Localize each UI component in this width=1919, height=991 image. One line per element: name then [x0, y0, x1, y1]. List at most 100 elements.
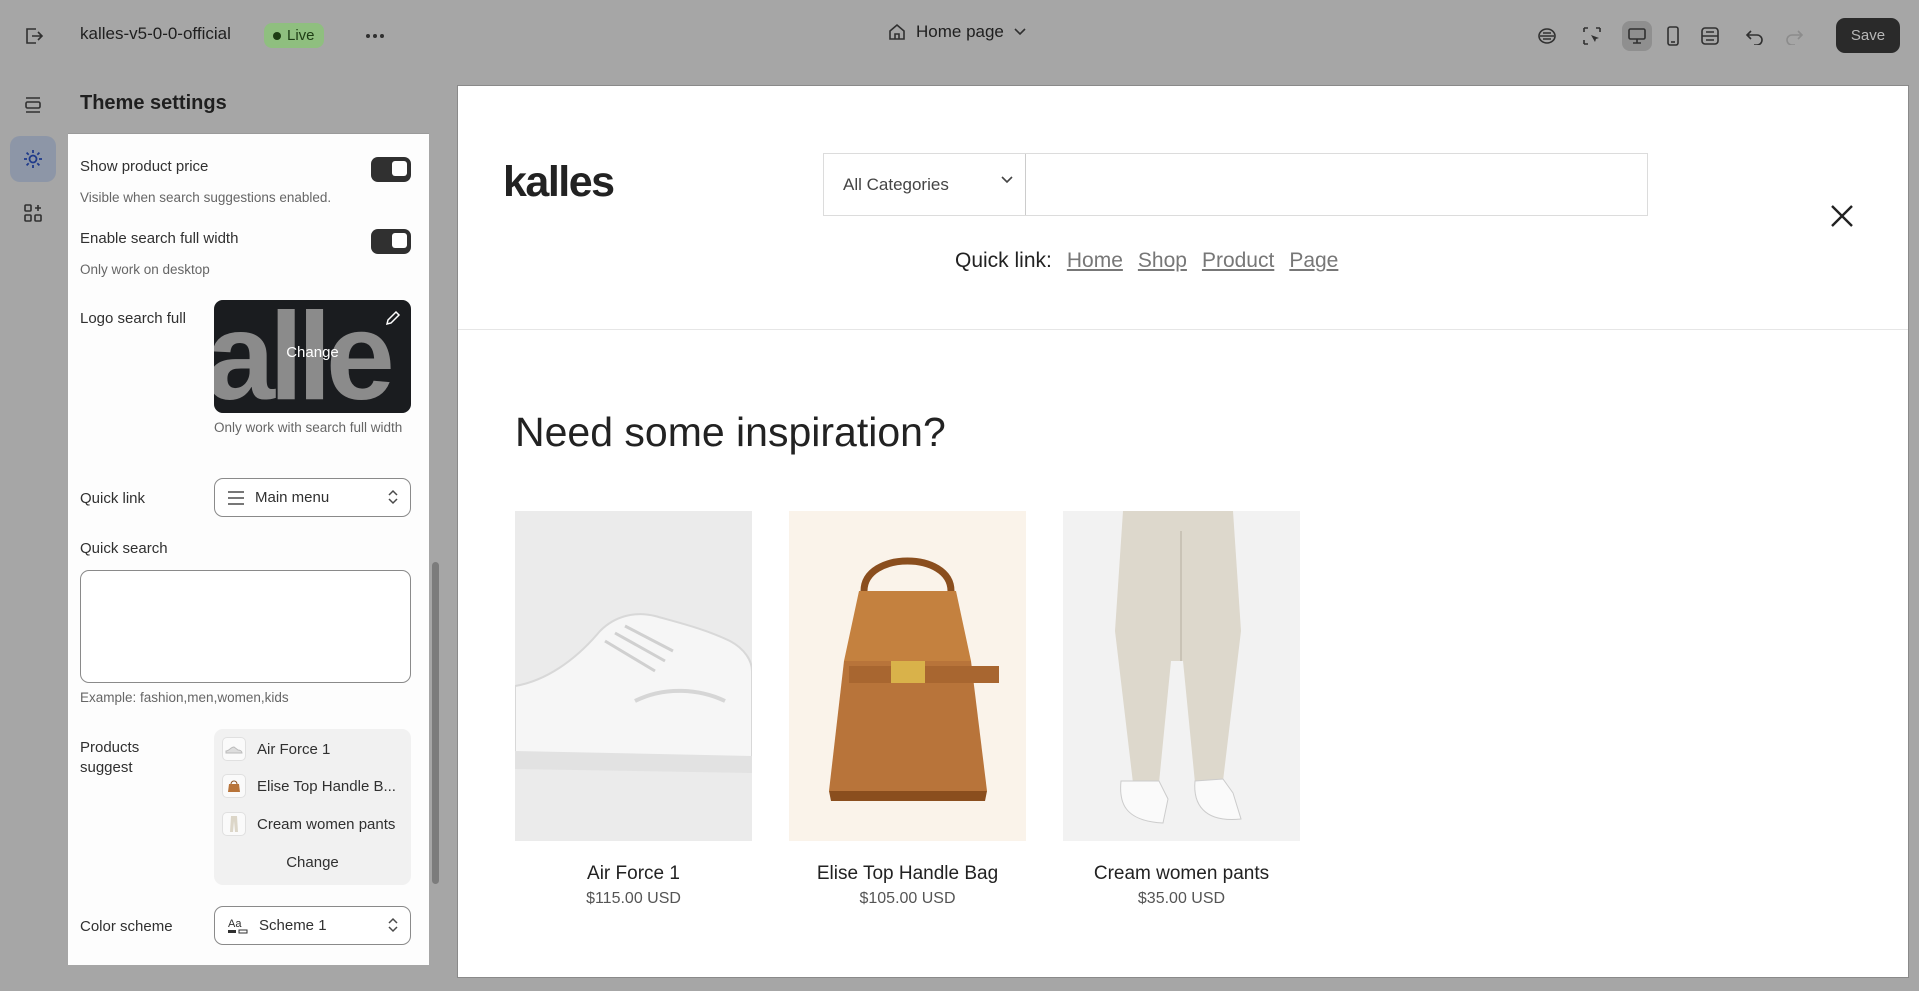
typography-icon: Aa: [228, 918, 248, 933]
store-name: kalles-v5-0-0-official: [80, 24, 231, 43]
category-value: All Categories: [843, 174, 949, 194]
settings-panel-scrollbar[interactable]: [432, 562, 439, 884]
mobile-icon: [1667, 26, 1679, 46]
quick-search-textarea[interactable]: [80, 570, 411, 683]
quick-link-label: Quick link: [80, 490, 146, 507]
product-name: Air Force 1: [257, 740, 331, 758]
quick-link-shop[interactable]: Shop: [1138, 249, 1187, 273]
apps-icon: [24, 204, 42, 222]
gear-icon: [24, 150, 42, 168]
bag-thumbnail-icon: [222, 774, 246, 798]
live-label: Live: [287, 27, 315, 44]
live-status-badge: Live: [264, 23, 324, 48]
editor-side-rail: [0, 70, 66, 991]
header-divider: [458, 329, 1908, 330]
product-card-name[interactable]: Elise Top Handle Bag: [789, 863, 1026, 885]
page-selector[interactable]: Home page: [888, 22, 1026, 42]
logo-image-picker[interactable]: alle Change: [214, 300, 411, 413]
exit-icon: [26, 28, 44, 44]
exit-button[interactable]: [20, 24, 48, 48]
page-selector-label: Home page: [916, 22, 1004, 41]
quick-search-help: Example: fashion,men,women,kids: [80, 690, 289, 705]
products-suggest-label: Products suggest: [80, 739, 140, 776]
desktop-view-button[interactable]: [1622, 21, 1652, 51]
full-width-toggle[interactable]: [371, 229, 411, 254]
show-price-label: Show product price: [80, 158, 209, 175]
settings-panel: Show product price Visible when search s…: [68, 134, 429, 965]
fullscreen-view-button[interactable]: [1695, 21, 1725, 51]
pencil-icon[interactable]: [383, 308, 403, 328]
search-input[interactable]: [1029, 154, 1644, 215]
product-name: Elise Top Handle B...: [257, 777, 396, 795]
home-icon: [889, 23, 905, 40]
list-item[interactable]: Cream women pants: [222, 812, 395, 836]
sections-rail-button[interactable]: [10, 82, 56, 128]
quick-link-select[interactable]: Main menu: [214, 478, 411, 517]
undo-button[interactable]: [1740, 21, 1770, 51]
products-change-button[interactable]: Change: [214, 854, 411, 871]
category-select[interactable]: All Categories: [824, 154, 1026, 215]
sections-icon: [25, 97, 41, 113]
quick-link-page[interactable]: Page: [1289, 249, 1338, 273]
product-card[interactable]: Air Force 1 $115.00 USD: [515, 511, 752, 908]
product-card-price: $35.00 USD: [1137, 890, 1226, 907]
quick-link-title: Quick link:: [955, 249, 1052, 272]
app-embed-button[interactable]: [1532, 21, 1562, 51]
list-item[interactable]: Elise Top Handle B...: [222, 774, 396, 798]
menu-lines-icon: [228, 490, 244, 505]
color-scheme-label: Color scheme: [80, 918, 173, 935]
quick-search-label: Quick search: [80, 540, 168, 557]
quick-link-value: Main menu: [255, 489, 330, 506]
more-actions-button[interactable]: [362, 24, 388, 48]
product-image-sneaker: [515, 511, 752, 841]
quick-link-product[interactable]: Product: [1202, 249, 1274, 273]
inspector-button[interactable]: [1577, 21, 1607, 51]
ellipsis-icon: [366, 34, 384, 38]
undo-icon: [1745, 30, 1763, 45]
full-width-help: Only work on desktop: [80, 262, 210, 277]
select-arrows-icon: [388, 917, 398, 933]
pants-thumbnail-icon: [222, 812, 246, 836]
redo-icon: [1786, 30, 1804, 45]
color-scheme-value: Scheme 1: [259, 917, 327, 934]
svg-text:Aa: Aa: [228, 918, 242, 930]
editor-topbar: kalles-v5-0-0-official Live Home page Sa…: [0, 0, 1919, 70]
select-arrows-icon: [388, 489, 398, 505]
sneaker-thumbnail-icon: [222, 737, 246, 761]
apps-rail-button[interactable]: [10, 190, 56, 236]
product-card-name[interactable]: Air Force 1: [515, 863, 752, 885]
save-button[interactable]: Save: [1836, 18, 1900, 53]
product-card-price: $105.00 USD: [859, 890, 956, 907]
show-price-toggle[interactable]: [371, 157, 411, 182]
desktop-icon: [1628, 28, 1646, 44]
full-width-label: Enable search full width: [80, 230, 239, 247]
chevron-down-icon: [1014, 28, 1026, 36]
inspector-icon: [1583, 27, 1601, 45]
inspiration-heading: Need some inspiration?: [515, 409, 946, 455]
fullscreen-icon: [1701, 27, 1719, 45]
product-image-pants: [1063, 511, 1300, 841]
chevron-down-icon: [1001, 176, 1013, 184]
panel-title: Theme settings: [80, 92, 227, 114]
mobile-view-button[interactable]: [1658, 21, 1688, 51]
product-card[interactable]: Cream women pants $35.00 USD: [1063, 511, 1300, 908]
logo-search-label: Logo search full: [80, 310, 186, 327]
product-image-bag: [789, 511, 1026, 841]
product-name: Cream women pants: [257, 815, 396, 833]
redo-button[interactable]: [1779, 21, 1809, 51]
quick-link-home[interactable]: Home: [1067, 249, 1123, 273]
color-scheme-select[interactable]: Aa Scheme 1: [214, 906, 411, 945]
list-item[interactable]: Air Force 1: [222, 737, 330, 761]
store-preview: kalles All Categories Quick link: Home S…: [457, 85, 1909, 978]
theme-settings-rail-button[interactable]: [10, 136, 56, 182]
store-logo[interactable]: kalles: [503, 158, 615, 207]
products-suggest-list: Air Force 1 Elise Top Handle B... Cream …: [214, 729, 411, 885]
product-card-price: $115.00 USD: [586, 890, 681, 907]
logo-help: Only work with search full width: [214, 420, 403, 435]
logo-change-label[interactable]: Change: [214, 344, 411, 361]
sparkle-app-icon: [1538, 28, 1556, 44]
close-icon[interactable]: [1829, 203, 1855, 229]
product-card-name[interactable]: Cream women pants: [1063, 863, 1300, 885]
live-dot-icon: [273, 31, 281, 40]
product-card[interactable]: Elise Top Handle Bag $105.00 USD: [789, 511, 1026, 908]
